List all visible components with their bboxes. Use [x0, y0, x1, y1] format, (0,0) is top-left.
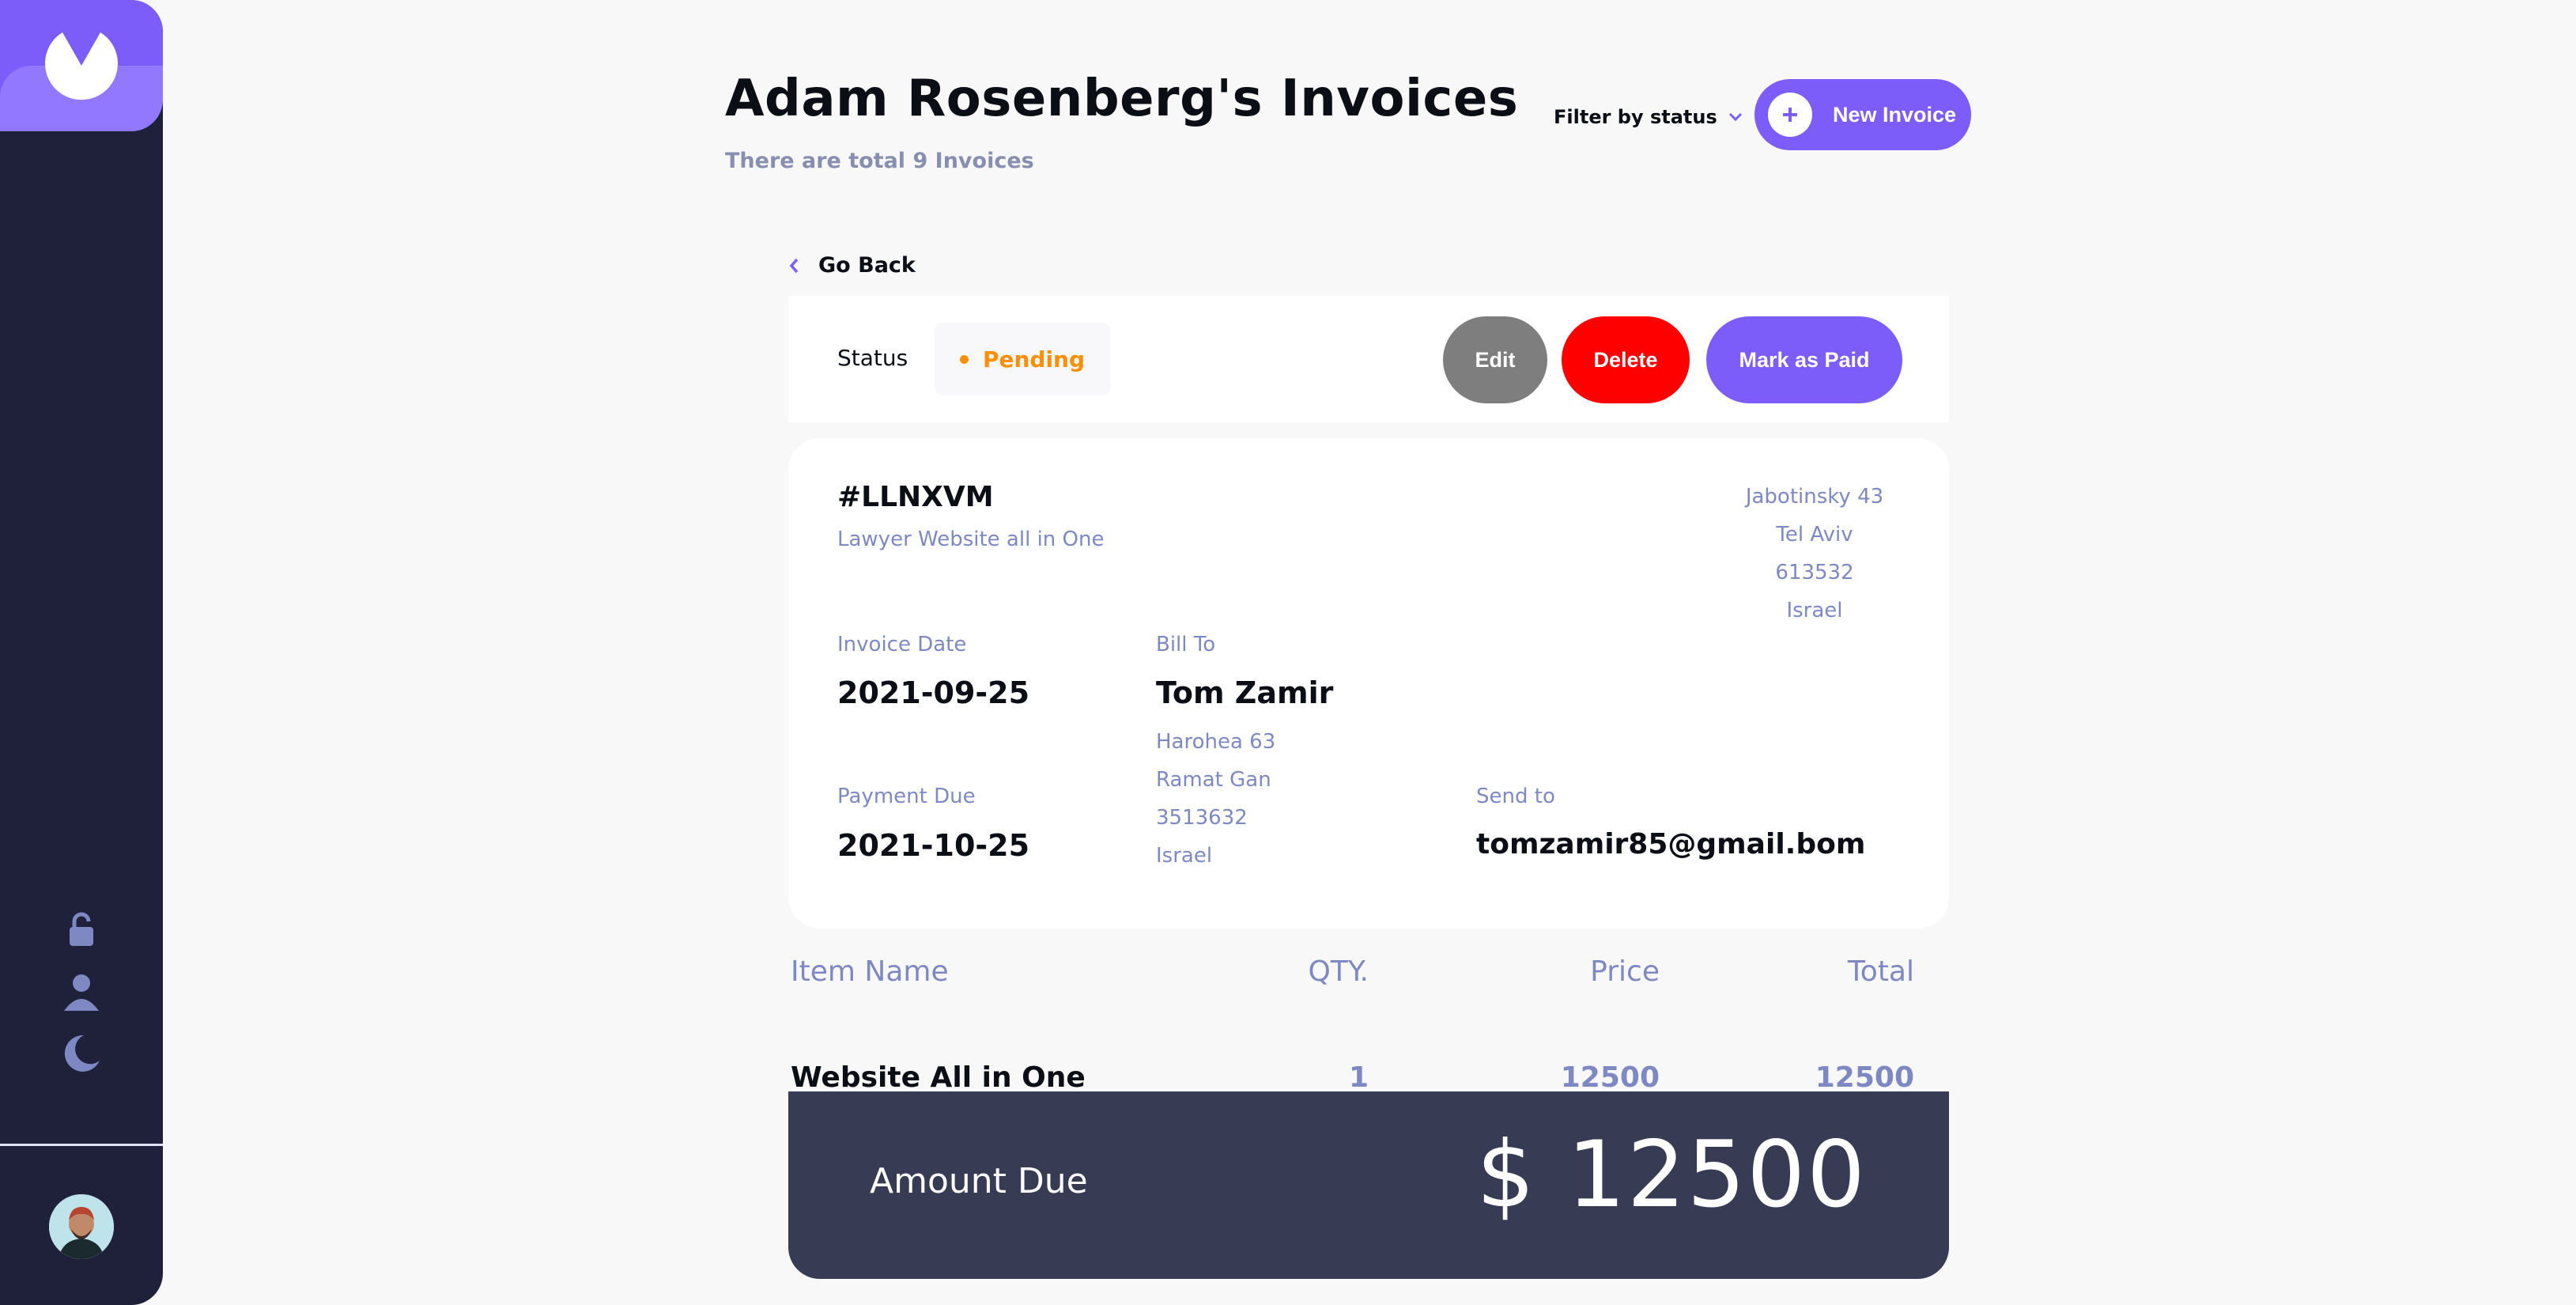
item-name: Website All in One: [791, 1061, 1086, 1094]
item-qty: 1: [1348, 1061, 1369, 1094]
item-total: 12500: [1815, 1061, 1914, 1094]
invoice-date: 2021-09-25: [837, 675, 1030, 710]
qty-header: QTY.: [1308, 955, 1369, 988]
invoice-description: Lawyer Website all in One: [837, 528, 1105, 551]
sender-country: Israel: [1786, 599, 1843, 622]
client-name: Tom Zamir: [1156, 675, 1334, 710]
price-header: Price: [1590, 955, 1660, 988]
sender-street: Jabotinsky 43: [1745, 485, 1884, 509]
bill-to-label: Bill To: [1156, 633, 1216, 656]
client-street: Harohea 63: [1156, 730, 1276, 754]
amount-due-value: $ 12500: [1476, 1122, 1867, 1228]
invoice-count: There are total 9 Invoices: [725, 149, 1034, 173]
sender-postcode: 613532: [1775, 561, 1854, 584]
lock-icon[interactable]: [60, 908, 103, 951]
avatar[interactable]: [49, 1194, 114, 1259]
page-title: Adam Rosenberg's Invoices: [725, 70, 1519, 128]
delete-button[interactable]: Delete: [1562, 316, 1690, 403]
send-to-label: Send to: [1476, 785, 1555, 808]
new-invoice-label: New Invoice: [1833, 102, 1957, 127]
chevron-left-icon: [789, 258, 799, 273]
status-dot: [959, 354, 969, 364]
payment-due: 2021-10-25: [837, 828, 1030, 863]
sender-city: Tel Aviv: [1776, 523, 1853, 547]
sidebar-divider: [0, 1144, 163, 1146]
go-back-link[interactable]: Go Back: [788, 253, 916, 278]
avatar-image: [49, 1194, 114, 1259]
sidebar: [0, 0, 163, 1305]
plus-icon: [1768, 93, 1812, 137]
status-bar: Status Pending Edit Delete Mark as Paid: [788, 296, 1949, 422]
status-text: Pending: [982, 346, 1086, 373]
item-price: 12500: [1560, 1061, 1660, 1094]
client-postcode: 3513632: [1156, 806, 1248, 830]
new-invoice-button[interactable]: New Invoice: [1754, 79, 1971, 150]
amount-due-panel: Amount Due $ 12500: [788, 1091, 1949, 1279]
total-header: Total: [1847, 955, 1914, 988]
edit-button[interactable]: Edit: [1443, 316, 1547, 403]
filter-by-status[interactable]: Filter by status: [1554, 106, 1743, 128]
moon-icon[interactable]: [60, 1032, 103, 1075]
chevron-down-icon: [1728, 112, 1742, 122]
amount-due-label: Amount Due: [870, 1161, 1088, 1201]
client-address: Harohea 63 Ramat Gan 3513632 Israel: [1156, 723, 1275, 875]
items-header: Item Name QTY. Price Total: [788, 949, 1949, 1004]
item-name-header: Item Name: [791, 955, 949, 988]
logo[interactable]: [0, 0, 163, 131]
user-icon[interactable]: [60, 970, 103, 1012]
client-country: Israel: [1156, 844, 1213, 868]
client-email: tomzamir85@gmail.bom: [1476, 828, 1866, 861]
invoice-date-label: Invoice Date: [837, 633, 967, 656]
client-city: Ramat Gan: [1156, 768, 1271, 792]
payment-due-label: Payment Due: [837, 785, 976, 808]
status-badge: Pending: [935, 323, 1110, 395]
status-label: Status: [837, 345, 908, 371]
logo-icon: [45, 32, 118, 100]
go-back-label: Go Back: [818, 253, 916, 278]
items-table: Item Name QTY. Price Total Website All i…: [788, 949, 1949, 1094]
sender-address: Jabotinsky 43 Tel Aviv 613532 Israel: [1728, 478, 1902, 630]
mark-as-paid-button[interactable]: Mark as Paid: [1706, 316, 1902, 403]
table-row: Website All in One 1 12500 12500: [788, 1004, 1949, 1094]
filter-label: Filter by status: [1554, 106, 1717, 128]
invoice-card: #LLNXVM Lawyer Website all in One Jaboti…: [788, 438, 1949, 929]
invoice-id: #LLNXVM: [837, 481, 994, 513]
